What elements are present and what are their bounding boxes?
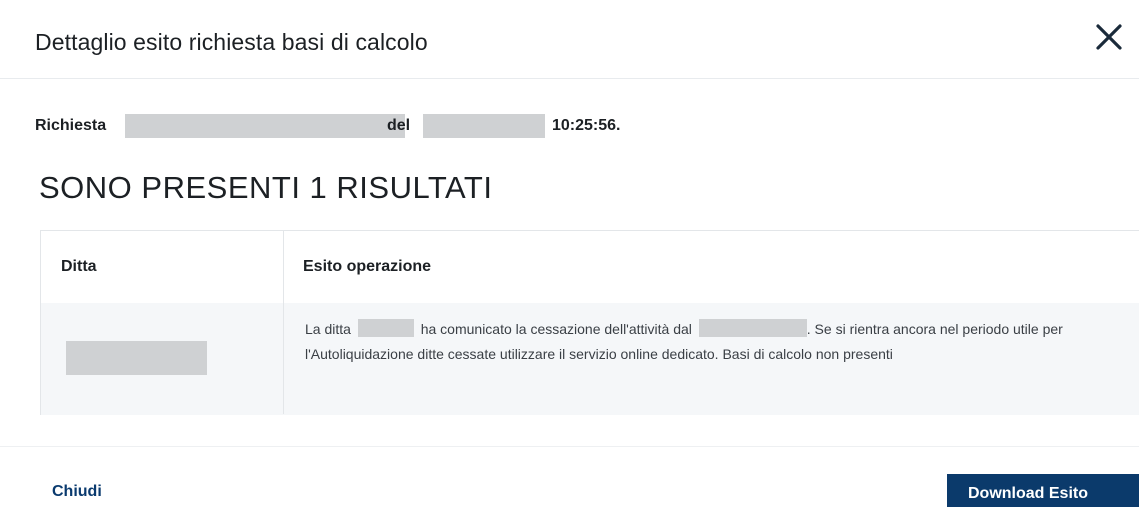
column-header-esito: Esito operazione	[303, 258, 432, 275]
redacted-request-date	[423, 114, 545, 138]
request-del-label: del	[387, 117, 411, 134]
request-label: Richiesta	[35, 117, 107, 134]
close-button[interactable]: Chiudi	[52, 483, 102, 501]
modal-header: Dettaglio esito richiesta basi di calcol…	[0, 0, 1139, 79]
request-info: Richiesta del 10:25:56.	[35, 114, 735, 138]
redacted-cessation-date	[698, 319, 807, 337]
results-table: Ditta Esito operazione La ditta ha comun…	[40, 230, 1139, 415]
modal-title: Dettaglio esito richiesta basi di calcol…	[35, 29, 428, 55]
results-heading: SONO PRESENTI 1 RISULTATI	[39, 170, 493, 205]
table-row: La ditta ha comunicato la cessazione del…	[41, 303, 1139, 415]
close-icon[interactable]	[1094, 22, 1124, 52]
column-divider	[283, 231, 284, 414]
redacted-request-id	[125, 114, 405, 138]
download-esito-button[interactable]: Download Esito	[947, 474, 1139, 507]
redacted-ditta	[66, 341, 207, 375]
esito-text-part1: La ditta	[305, 321, 351, 337]
esito-text-part2: ha comunicato la cessazione dell'attivit…	[420, 321, 692, 337]
request-time: 10:25:56.	[552, 117, 621, 134]
table-header-row: Ditta Esito operazione	[41, 231, 1139, 304]
redacted-ditta-inline	[357, 319, 414, 337]
footer-divider	[0, 446, 1139, 447]
esito-operazione-text: La ditta ha comunicato la cessazione del…	[305, 317, 1139, 367]
column-header-ditta: Ditta	[61, 258, 97, 275]
